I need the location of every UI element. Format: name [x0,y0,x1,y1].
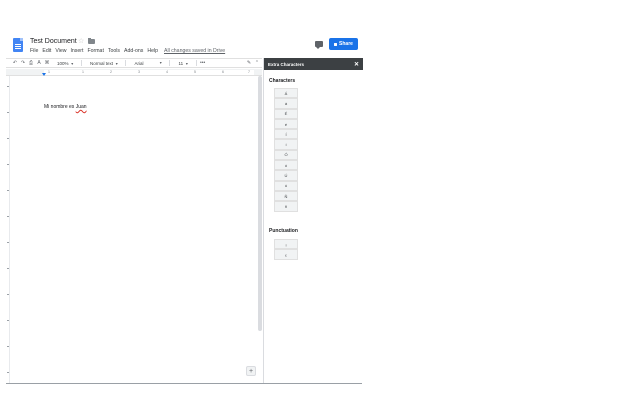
document-text: Mi nombre es [44,104,76,110]
zoom-value: 100% [57,60,69,66]
caret-down-icon: ▼ [70,61,74,66]
punctuation-list: ¡ ¿ [274,239,298,260]
punctuation-button[interactable]: ¡ [274,239,298,250]
redo-icon[interactable]: ↷ [20,60,26,66]
caret-down-icon: ▼ [115,61,119,66]
explore-button[interactable]: + [246,366,256,376]
folder-icon[interactable] [88,38,95,44]
style-select[interactable]: Normal text ▼ [90,61,122,66]
ruler-mark: 4 [166,70,168,74]
ruler-mark: 5 [194,70,196,74]
document-body-text[interactable]: Mi nombre es Juan [44,104,87,110]
edit-mode-icon[interactable]: ✎ [246,60,252,66]
more-options-icon[interactable]: ••• [200,60,206,66]
style-value: Normal text [89,60,113,66]
char-button[interactable]: ñ [274,201,298,212]
document-canvas[interactable]: Mi nombre es Juan [6,76,258,383]
toolbar-divider [125,60,127,66]
docs-logo-icon[interactable] [13,38,23,52]
char-button[interactable]: ó [274,160,298,171]
caret-down-icon: ▼ [159,60,163,65]
toolbar-divider [195,60,197,66]
menu-edit[interactable]: Edit [42,48,51,54]
close-icon[interactable]: ✕ [354,61,359,68]
font-size-value: 11 [178,60,184,66]
characters-list: Á á É é Í í Ó ó Ú ú Ñ ñ [274,88,298,212]
char-button[interactable]: Ñ [274,190,298,202]
toolbar-divider [169,60,171,66]
char-button[interactable]: Í [274,129,298,140]
save-status[interactable]: All changes saved in Drive [164,48,225,54]
char-button[interactable]: É [274,108,298,119]
ruler-mark: 3 [138,70,140,74]
char-button[interactable]: ú [274,180,298,191]
char-button[interactable]: Ú [274,170,298,181]
font-select[interactable]: Arial ▼ [134,61,166,66]
panel-title: Extra Characters [268,61,305,67]
ruler-page: 1 1 2 3 4 5 6 7 [44,70,254,75]
toolbar: ↶ ↷ ⎙ A ⌘ 100% ▼ Normal text ▼ Arial ▼ 11 ▼ … [6,58,262,68]
ruler-mark: 2 [110,70,112,74]
share-label: Share [339,41,353,47]
char-button[interactable]: é [274,118,298,130]
collapse-icon[interactable]: ⌃ [254,60,260,66]
ruler-mark: 7 [248,70,250,74]
spellcheck-icon[interactable]: A [36,60,42,66]
menu-view[interactable]: View [55,48,66,54]
lock-icon [334,42,338,46]
font-size-select[interactable]: 11 ▼ [178,61,192,66]
share-button[interactable]: Share [329,38,358,50]
menu-insert[interactable]: Insert [70,48,83,54]
font-value: Arial [134,60,144,66]
misspelled-word[interactable]: Juan [76,104,87,110]
menu-help[interactable]: Help [147,48,158,54]
punctuation-heading: Punctuation [269,228,298,234]
comment-icon[interactable] [315,41,323,49]
horizontal-ruler: 1 1 2 3 4 5 6 7 [6,69,262,76]
ruler-mark: 1 [48,70,50,74]
punctuation-button[interactable]: ¿ [274,249,298,260]
menu-tools[interactable]: Tools [108,48,120,54]
menu-bar: File Edit View Insert Format Tools Add-o… [30,48,225,54]
menu-file[interactable]: File [30,48,38,54]
ruler-mark: 6 [222,70,224,74]
star-icon[interactable]: ☆ [78,37,84,45]
document-scrollbar[interactable] [258,76,262,331]
docs-window: Test Document ☆ File Edit View Insert Fo… [6,32,363,383]
document-title[interactable]: Test Document [30,38,77,45]
paint-format-icon[interactable]: ⌘ [44,60,50,66]
extra-characters-panel: Extra Characters ✕ Characters Á á É é Í … [263,58,363,383]
print-icon[interactable]: ⎙ [28,60,34,66]
char-button[interactable]: Ó [274,149,298,161]
char-button[interactable]: Á [274,88,298,99]
menu-format[interactable]: Format [87,48,103,54]
char-button[interactable]: í [274,139,298,150]
zoom-select[interactable]: 100% ▼ [57,61,78,66]
caret-down-icon: ▼ [185,61,189,66]
window-bottom-border [6,383,362,384]
ruler-mark: 1 [82,70,84,74]
menu-addons[interactable]: Add-ons [124,48,143,54]
vertical-ruler [6,76,10,383]
char-button[interactable]: á [274,98,298,109]
characters-heading: Characters [269,78,296,84]
panel-header: Extra Characters ✕ [264,58,363,70]
toolbar-divider [80,60,82,66]
undo-icon[interactable]: ↶ [12,60,18,66]
